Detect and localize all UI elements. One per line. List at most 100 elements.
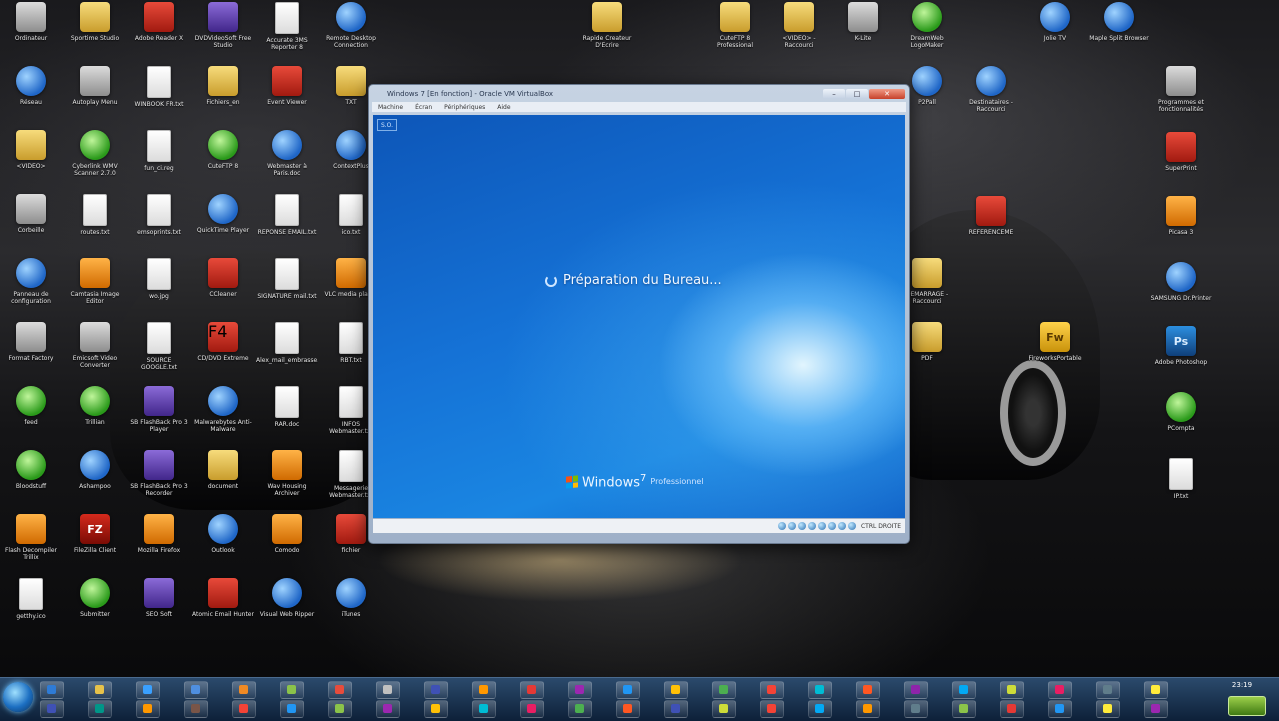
desktop-icon[interactable]: Jolie TV <box>1024 2 1086 64</box>
desktop-icon[interactable]: Maple Split Browser <box>1088 2 1150 64</box>
taskbar-app-button[interactable] <box>280 681 304 699</box>
taskbar-app-button[interactable] <box>472 681 496 699</box>
taskbar-app-button[interactable] <box>376 681 400 699</box>
desktop-icon[interactable]: Atomic Email Hunter <box>192 578 254 640</box>
taskbar-app-button[interactable] <box>760 700 784 718</box>
desktop-icon[interactable]: Malwarebytes Anti-Malware <box>192 386 254 448</box>
taskbar-app-button[interactable] <box>712 681 736 699</box>
taskbar-app-button[interactable] <box>1048 681 1072 699</box>
desktop-icon[interactable]: K-Lite <box>832 2 894 64</box>
start-button[interactable] <box>3 682 33 712</box>
desktop-icon[interactable]: IP.txt <box>1150 458 1212 520</box>
taskbar-app-button[interactable] <box>760 681 784 699</box>
desktop-icon[interactable]: routes.txt <box>64 194 126 256</box>
taskbar-app-button[interactable] <box>520 681 544 699</box>
taskbar-app-button[interactable] <box>232 700 256 718</box>
taskbar-app-button[interactable] <box>1000 681 1024 699</box>
desktop-icon[interactable]: Rapide Createur D'Ecrire <box>576 2 638 64</box>
taskbar-app-button[interactable] <box>808 700 832 718</box>
desktop-icon[interactable]: CuteFTP 8 <box>192 130 254 192</box>
desktop-icon[interactable]: CuteFTP 8 Professional <box>704 2 766 64</box>
desktop-icon[interactable]: feed <box>0 386 62 448</box>
taskbar-app-button[interactable] <box>856 681 880 699</box>
taskbar-app-button[interactable] <box>568 681 592 699</box>
maximize-button[interactable]: □ <box>846 89 868 99</box>
taskbar-app-button[interactable] <box>40 700 64 718</box>
desktop-icon[interactable]: Fichiers_en <box>192 66 254 128</box>
desktop-icon[interactable]: Picasa 3 <box>1150 196 1212 258</box>
desktop-icon[interactable]: fun_ci.reg <box>128 130 190 192</box>
taskbar-app-button[interactable] <box>280 700 304 718</box>
network-icon[interactable] <box>817 522 826 530</box>
taskbar-app-button[interactable] <box>1048 700 1072 718</box>
taskbar-app-button[interactable] <box>232 681 256 699</box>
taskbar-app-button[interactable] <box>328 681 352 699</box>
optical-drive-icon[interactable] <box>787 522 796 530</box>
desktop-icon[interactable]: SIGNATURE mail.txt <box>256 258 318 320</box>
desktop-icon[interactable]: REFERENCEME <box>960 196 1022 258</box>
taskbar-app-button[interactable] <box>808 681 832 699</box>
guest-display[interactable]: S.O. Préparation du Bureau... Windows7 P… <box>373 115 905 518</box>
desktop-icon[interactable]: <VIDEO> - Raccourci <box>768 2 830 64</box>
desktop-icon[interactable]: Trillian <box>64 386 126 448</box>
usb-icon[interactable] <box>797 522 806 530</box>
desktop-icon[interactable]: Bloodstuff <box>0 450 62 512</box>
taskbar-app-button[interactable] <box>904 681 928 699</box>
desktop-icon[interactable]: SAMSUNG Dr.Printer <box>1150 262 1212 324</box>
taskbar-app-button[interactable] <box>40 681 64 699</box>
desktop-icon[interactable]: getthy.ico <box>0 578 62 640</box>
desktop-icon[interactable]: Panneau de configuration <box>0 258 62 320</box>
desktop-icon[interactable]: Flash Decompiler Trillix <box>0 514 62 576</box>
desktop-icon[interactable]: wo.jpg <box>128 258 190 320</box>
desktop-icon[interactable]: DreamWeb LogoMaker <box>896 2 958 64</box>
desktop-icon[interactable]: Ordinateur <box>0 2 62 64</box>
desktop-icon[interactable]: Format Factory <box>0 322 62 384</box>
desktop-icon[interactable]: Event Viewer <box>256 66 318 128</box>
desktop-icon[interactable]: Mozilla Firefox <box>128 514 190 576</box>
virtualbox-window[interactable]: Windows 7 [En fonction] - Oracle VM Virt… <box>368 84 910 544</box>
desktop-icon[interactable]: Outlook <box>192 514 254 576</box>
desktop-icon[interactable]: Comodo <box>256 514 318 576</box>
desktop-icon[interactable]: Alex_mail_embrasse.txt <box>256 322 318 384</box>
taskbar-app-button[interactable] <box>376 700 400 718</box>
taskbar-app-button[interactable] <box>1000 700 1024 718</box>
taskbar-app-button[interactable] <box>328 700 352 718</box>
desktop-icon[interactable]: Ashampoo <box>64 450 126 512</box>
taskbar-app-button[interactable] <box>1096 681 1120 699</box>
taskbar-app-button[interactable] <box>952 681 976 699</box>
desktop-icon[interactable]: CCleaner <box>192 258 254 320</box>
taskbar-app-button[interactable] <box>664 700 688 718</box>
close-button[interactable]: ✕ <box>869 89 905 99</box>
taskbar-app-button[interactable] <box>616 681 640 699</box>
desktop-icon[interactable]: SuperPrint <box>1150 132 1212 194</box>
desktop-icon[interactable]: SOURCE GOOGLE.txt <box>128 322 190 384</box>
menu-devices[interactable]: Périphériques <box>444 104 485 111</box>
desktop-icon[interactable]: emsoprints.txt <box>128 194 190 256</box>
desktop-icon[interactable]: document <box>192 450 254 512</box>
shared-folder-icon[interactable] <box>807 522 816 530</box>
taskbar-app-button[interactable] <box>1144 681 1168 699</box>
desktop-icon[interactable]: PCompta <box>1150 392 1212 454</box>
taskbar-app-button[interactable] <box>88 681 112 699</box>
taskbar-app-button[interactable] <box>424 700 448 718</box>
taskbar-app-button[interactable] <box>568 700 592 718</box>
desktop-icon[interactable]: iTunes <box>320 578 382 640</box>
desktop-icon[interactable]: Destinataires - Raccourci <box>960 66 1022 128</box>
taskbar-app-button[interactable] <box>184 700 208 718</box>
mouse-integration-icon[interactable] <box>837 522 846 530</box>
menu-help[interactable]: Aide <box>497 104 510 111</box>
menu-display[interactable]: Écran <box>415 104 432 111</box>
taskbar-app-button[interactable] <box>1144 700 1168 718</box>
desktop-icon[interactable]: SB FlashBack Pro 3 Player <box>128 386 190 448</box>
taskbar-app-button[interactable] <box>472 700 496 718</box>
desktop-icon[interactable]: Wav Housing Archiver <box>256 450 318 512</box>
desktop-icon[interactable]: Accurate 3MS Reporter 8 <box>256 2 318 64</box>
desktop-icon[interactable]: Réseau <box>0 66 62 128</box>
hard-disk-icon[interactable] <box>777 522 786 530</box>
taskbar-clock[interactable]: 23:19 <box>1222 681 1262 689</box>
vm-titlebar[interactable]: Windows 7 [En fonction] - Oracle VM Virt… <box>373 87 905 101</box>
desktop-icon[interactable]: Adobe Reader X <box>128 2 190 64</box>
desktop-icon[interactable]: SB FlashBack Pro 3 Recorder <box>128 450 190 512</box>
minimize-button[interactable]: – <box>823 89 845 99</box>
desktop-icon[interactable]: <VIDEO> <box>0 130 62 192</box>
